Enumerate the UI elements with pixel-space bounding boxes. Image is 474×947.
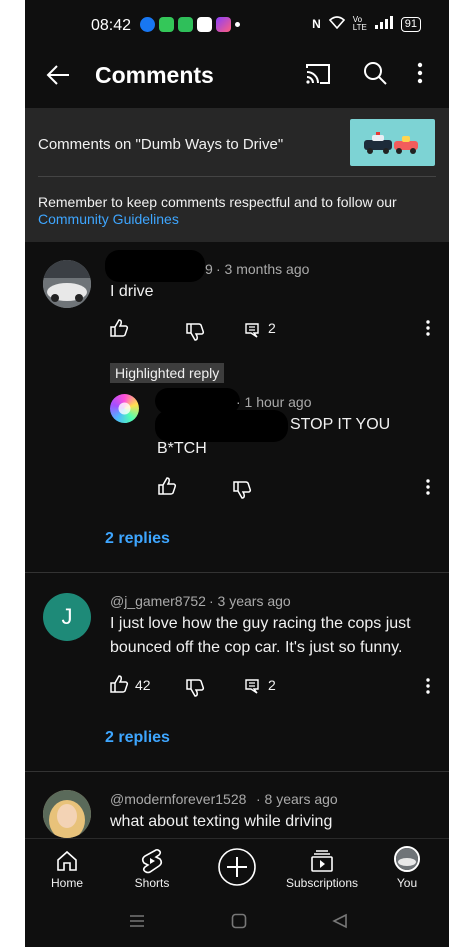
dislike-icon[interactable] (185, 322, 205, 347)
status-time: 08:42 (91, 17, 132, 34)
comment-text: what about texting while driving (110, 813, 333, 830)
comment-separator (25, 572, 449, 573)
comment-text: I drive (110, 283, 154, 300)
system-navigation-bar (25, 902, 449, 947)
header-divider (38, 176, 436, 177)
reply-text-line1: STOP IT YOU (290, 416, 391, 433)
avatar-letter: J (61, 604, 73, 629)
app-bar: Comments (25, 50, 449, 108)
comment-avatar-letter[interactable]: J (43, 593, 91, 641)
comments-header-panel: Comments on "Dumb Ways to Drive" Remembe… (25, 108, 449, 242)
comment-timestamp: · 3 months ago (216, 261, 310, 277)
comment-text-line1: I just love how the guy racing the cops … (110, 615, 411, 632)
messages-icon (159, 17, 174, 32)
comment-avatar[interactable] (43, 790, 91, 838)
shorts-icon (141, 848, 163, 879)
dislike-icon[interactable] (185, 678, 205, 703)
facebook-icon (140, 17, 155, 32)
nav-you-label: You (396, 876, 418, 890)
notification-icons (140, 17, 240, 32)
comment-separator (25, 771, 449, 772)
reply-avatar[interactable] (110, 394, 139, 423)
reply-more-icon[interactable] (426, 479, 430, 500)
comment-more-icon[interactable] (426, 678, 430, 699)
chat-icon (178, 17, 193, 32)
system-indicators: N Vo LTE 91 (312, 16, 421, 32)
redacted-username (105, 250, 205, 282)
profile-avatar-icon (394, 846, 420, 872)
highlighted-reply-badge: Highlighted reply (110, 363, 225, 383)
messenger-icon (216, 17, 231, 32)
create-plus-icon (217, 847, 257, 892)
menu-icon[interactable] (129, 913, 145, 934)
community-guidelines-link[interactable]: Community Guidelines (38, 211, 179, 227)
reply-count: 2 (268, 320, 276, 336)
cast-icon[interactable] (305, 62, 331, 91)
reply-text-line2: B*TCH (157, 440, 207, 457)
reply-icon[interactable] (244, 678, 260, 699)
home-square-icon[interactable] (231, 913, 247, 934)
reply-count: 2 (268, 677, 276, 693)
comment-more-icon[interactable] (426, 320, 430, 341)
search-icon[interactable] (362, 60, 388, 91)
dot-icon (235, 22, 240, 27)
reply-icon[interactable] (244, 322, 260, 343)
nav-subscriptions-label: Subscriptions (285, 876, 359, 890)
like-count: 42 (135, 677, 151, 693)
page-title: Comments (95, 62, 214, 88)
comments-on-title: Comments on "Dumb Ways to Drive" (38, 136, 284, 153)
comment-timestamp: · 8 years ago (256, 791, 338, 807)
comment-handle-suffix: 9 (205, 261, 213, 277)
home-icon (55, 849, 79, 878)
view-replies-button[interactable]: 2 replies (105, 729, 170, 747)
reply-like-icon[interactable] (157, 476, 177, 501)
reply-dislike-icon[interactable] (232, 480, 252, 505)
nav-home-label: Home (50, 876, 83, 890)
video-thumbnail[interactable] (350, 119, 435, 166)
comment-handle[interactable]: @modernforever1528 (110, 791, 246, 807)
comment-text-line2: bounced off the cop car. It's just so fu… (110, 639, 403, 656)
reminder-text: Remember to keep comments respectful and… (38, 194, 397, 210)
nfc-icon: N (312, 17, 321, 31)
reply-timestamp: · 1 hour ago (236, 394, 312, 410)
nav-shorts-label: Shorts (134, 876, 170, 890)
subscriptions-icon (310, 849, 334, 878)
back-arrow-icon[interactable] (45, 62, 71, 93)
back-triangle-icon[interactable] (332, 913, 348, 934)
battery-indicator: 91 (400, 16, 421, 32)
community-reminder: Remember to keep comments respectful and… (38, 194, 428, 228)
like-icon[interactable] (109, 674, 129, 699)
youtube-icon (197, 17, 212, 32)
phone-screen: 08:42 N Vo LTE 91 Comments Comments on "… (25, 0, 449, 947)
signal-icon (374, 16, 393, 32)
comment-handle[interactable]: @j_gamer8752 (110, 593, 206, 609)
more-options-icon[interactable] (417, 62, 423, 89)
view-replies-button[interactable]: 2 replies (105, 530, 170, 548)
like-icon[interactable] (109, 318, 129, 343)
wifi-icon (328, 16, 345, 32)
status-bar: 08:42 N Vo LTE 91 (25, 0, 449, 50)
network-label: Vo LTE (352, 15, 367, 32)
comment-timestamp: · 3 years ago (209, 593, 291, 609)
bottom-navigation: Home Shorts Subscriptions You (25, 838, 449, 903)
comment-avatar[interactable] (43, 260, 91, 308)
